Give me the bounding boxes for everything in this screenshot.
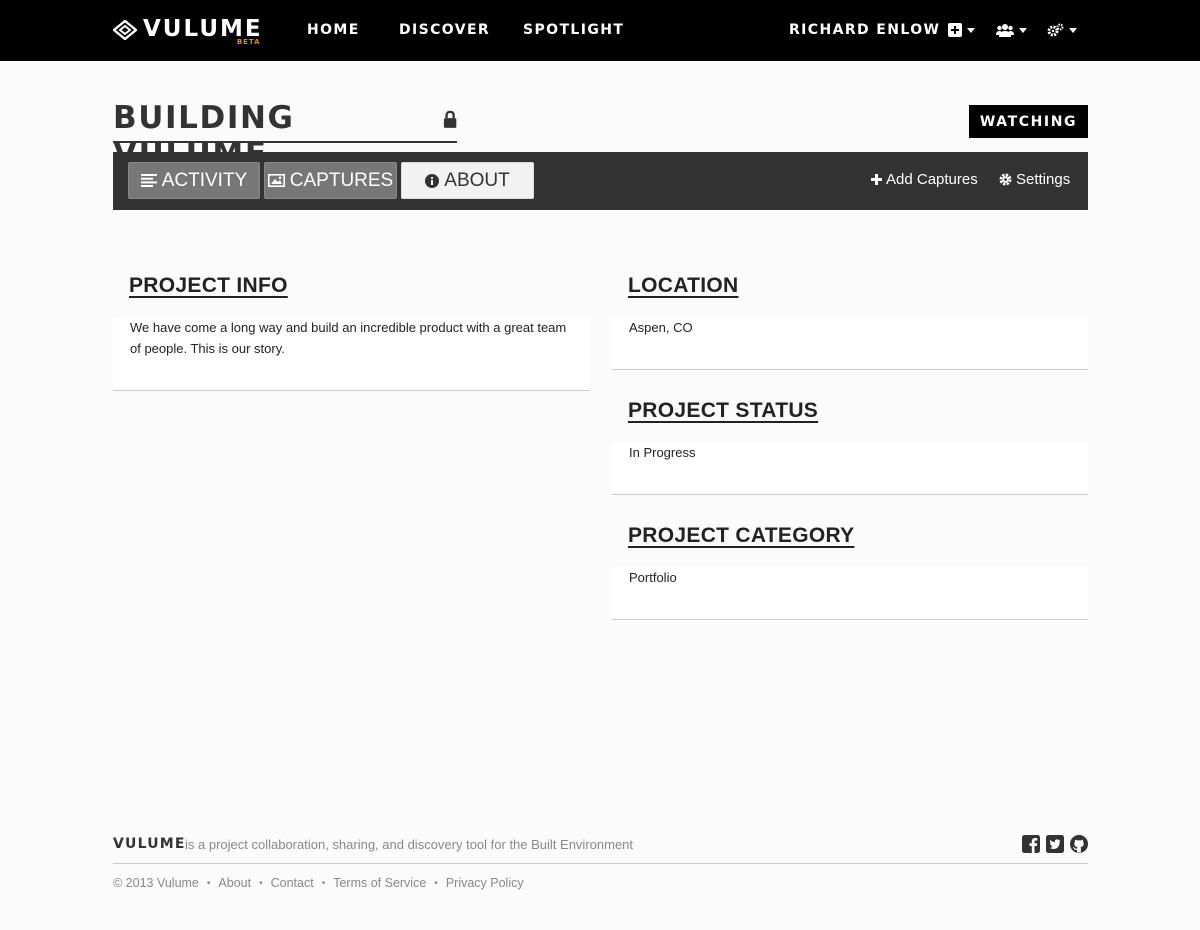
logo-text: VULUME BETA xyxy=(143,16,263,46)
footer-separator: • xyxy=(434,877,438,889)
twitter-icon[interactable] xyxy=(1046,835,1064,853)
gear-icon xyxy=(999,173,1012,186)
project-info-heading: PROJECT INFO xyxy=(129,274,288,297)
top-navbar: VULUME BETA HOME DISCOVER SPOTLIGHT RICHA… xyxy=(0,0,1200,61)
tab-activity-label: ACTIVITY xyxy=(161,169,248,191)
lock-icon xyxy=(443,110,457,128)
tab-about[interactable]: ABOUT xyxy=(401,162,534,199)
nav-spotlight[interactable]: SPOTLIGHT xyxy=(523,22,624,38)
footer-separator: • xyxy=(321,877,326,889)
footer-tagline: is a project collaboration, sharing, and… xyxy=(185,837,634,852)
users-icon xyxy=(996,24,1014,37)
project-status-value: In Progress xyxy=(629,445,696,460)
footer-link-terms[interactable]: Terms of Service xyxy=(333,876,426,890)
chevron-down-icon xyxy=(1069,27,1077,33)
footer-divider xyxy=(113,863,1088,864)
footer-links: © 2013 Vulume • About • Contact • Terms … xyxy=(113,876,524,890)
logo[interactable]: VULUME BETA xyxy=(113,17,263,47)
footer-link-about[interactable]: About xyxy=(218,876,251,890)
footer-separator: • xyxy=(259,877,263,889)
add-captures-label: Add Captures xyxy=(886,171,978,188)
nav-discover[interactable]: DISCOVER xyxy=(399,22,490,38)
nav-home[interactable]: HOME xyxy=(307,22,360,38)
beta-badge: BETA xyxy=(236,38,261,46)
team-menu[interactable] xyxy=(996,22,1027,38)
footer-brand: VULUME xyxy=(113,836,186,852)
footer-link-privacy[interactable]: Privacy Policy xyxy=(446,876,524,890)
picture-icon xyxy=(267,174,285,187)
location-heading: LOCATION xyxy=(628,274,739,297)
vulume-logo-icon xyxy=(113,20,137,40)
footer-link-contact[interactable]: Contact xyxy=(271,876,314,890)
info-icon xyxy=(425,173,440,188)
add-captures-button[interactable]: Add Captures xyxy=(871,171,978,188)
settings-menu[interactable] xyxy=(1047,22,1077,38)
settings-label: Settings xyxy=(1016,171,1071,188)
project-category-heading: PROJECT CATEGORY xyxy=(628,524,855,547)
github-icon[interactable] xyxy=(1070,835,1088,853)
project-category-box: Portfolio xyxy=(612,567,1088,620)
settings-button[interactable]: Settings xyxy=(999,171,1070,188)
project-info-box: We have come a long way and build an inc… xyxy=(113,317,590,391)
chevron-down-icon xyxy=(1019,27,1027,33)
project-tabbar: ACTIVITY CAPTURES ABOUT Add Captures Set… xyxy=(113,152,1088,210)
tab-captures[interactable]: CAPTURES xyxy=(264,162,397,199)
tab-about-label: ABOUT xyxy=(444,169,510,191)
tab-captures-label: CAPTURES xyxy=(289,169,394,191)
gears-icon xyxy=(1047,23,1064,37)
chevron-down-icon xyxy=(967,27,975,33)
footer-separator: • xyxy=(206,877,211,889)
watching-button[interactable]: WATCHING xyxy=(969,105,1088,138)
location-value: Aspen, CO xyxy=(629,320,693,335)
footer-copyright: © 2013 Vulume xyxy=(113,876,199,890)
tab-activity[interactable]: ACTIVITY xyxy=(128,162,260,199)
project-status-heading: PROJECT STATUS xyxy=(628,399,819,422)
project-info-text: We have come a long way and build an inc… xyxy=(130,320,567,356)
add-menu[interactable] xyxy=(948,22,975,38)
list-icon xyxy=(140,174,157,187)
project-status-box: In Progress xyxy=(612,442,1088,495)
facebook-icon[interactable] xyxy=(1022,835,1040,853)
location-box: Aspen, CO xyxy=(612,317,1088,370)
user-menu[interactable]: RICHARD ENLOW xyxy=(789,22,940,38)
plus-square-icon xyxy=(948,23,962,37)
plus-icon xyxy=(871,174,882,185)
project-category-value: Portfolio xyxy=(629,570,677,585)
project-title-wrap: BUILDING VULUME xyxy=(113,100,457,172)
